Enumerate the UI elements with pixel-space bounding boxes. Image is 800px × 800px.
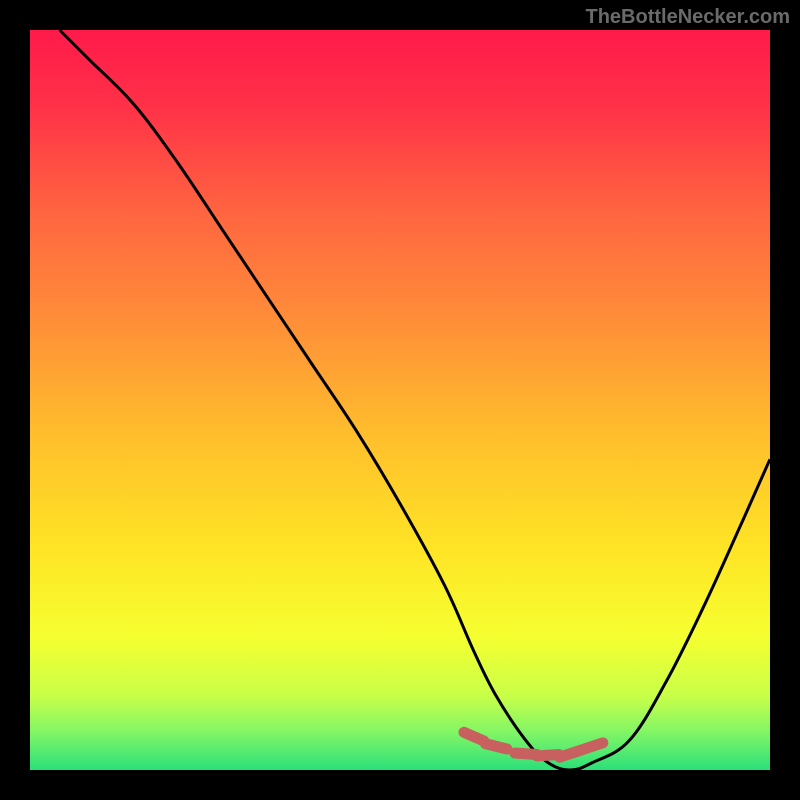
gradient-background (30, 30, 770, 770)
chart-svg (30, 30, 770, 770)
chart-container: TheBottleNecker.com (0, 0, 800, 800)
attribution-label: TheBottleNecker.com (585, 6, 790, 29)
plot-area (30, 30, 770, 770)
optimal-range-marker (486, 744, 507, 749)
optimal-range-marker (582, 743, 603, 750)
